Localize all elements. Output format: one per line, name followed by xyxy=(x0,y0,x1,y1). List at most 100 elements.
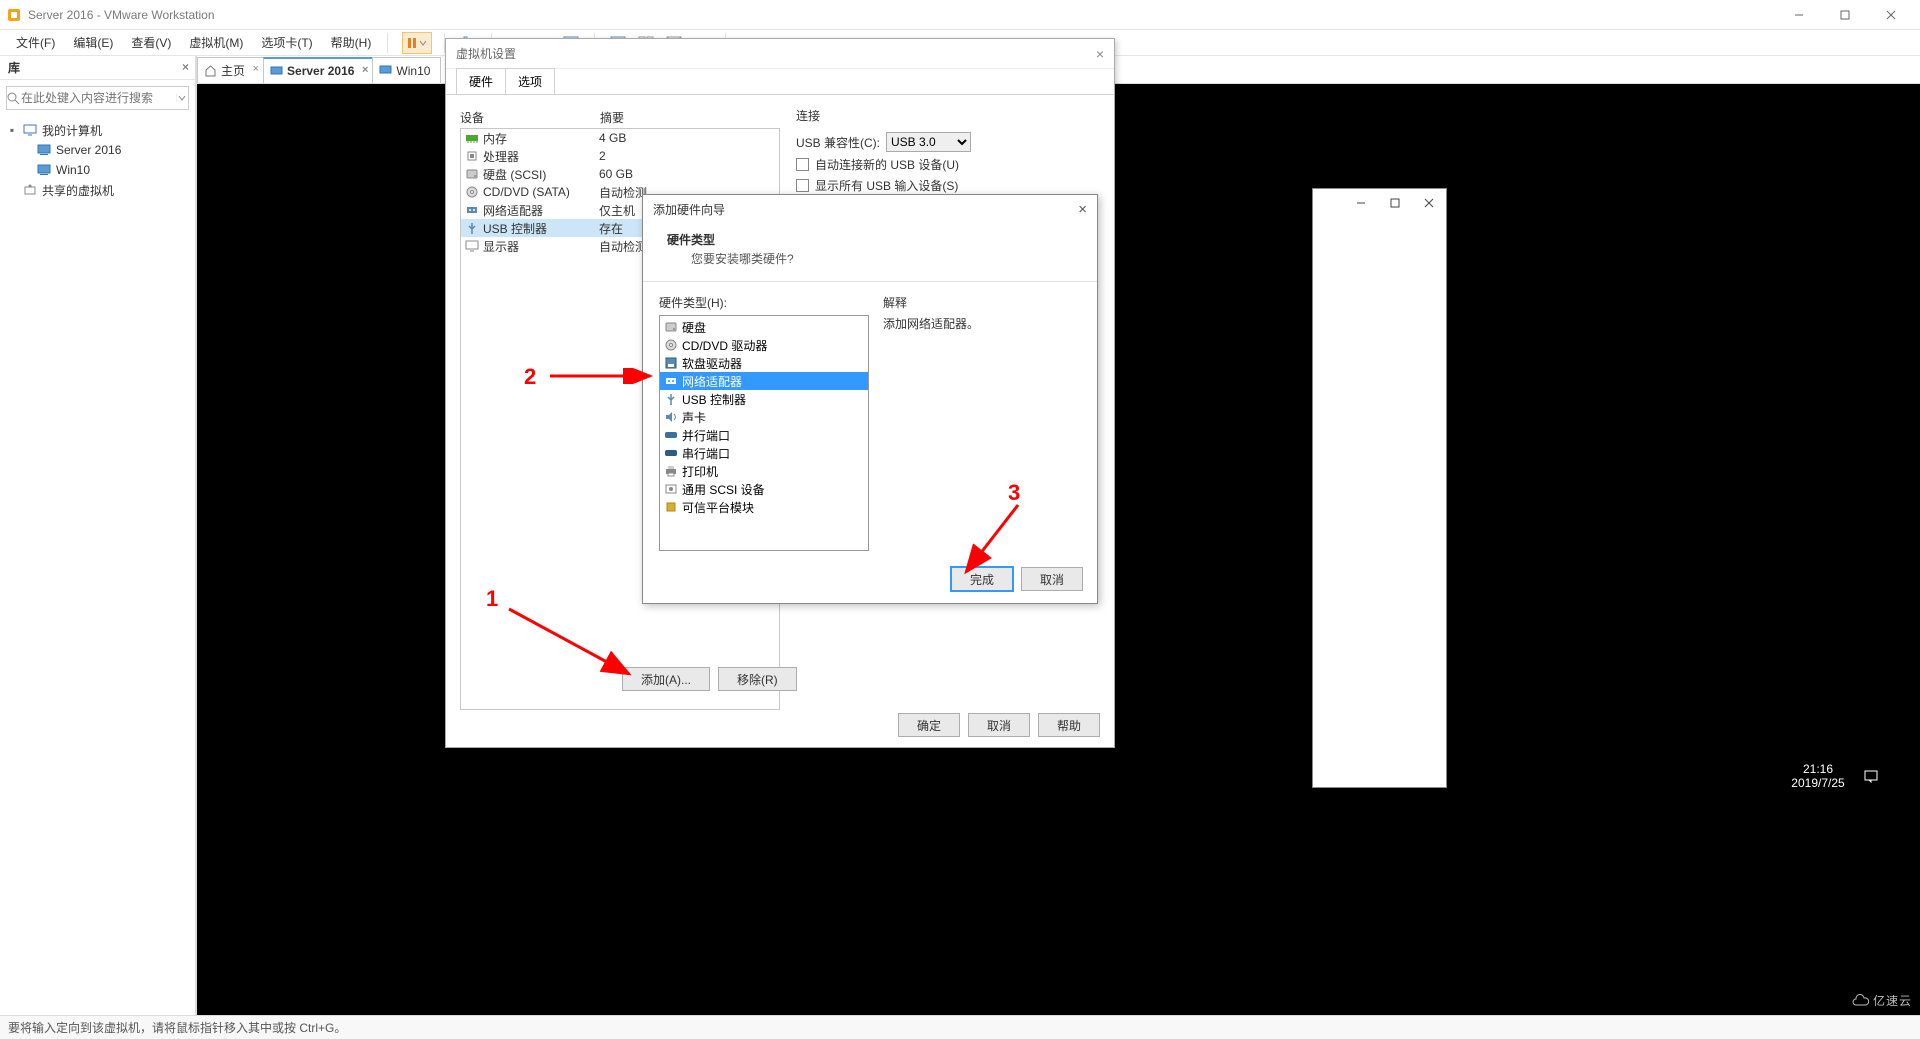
hardware-label: 硬盘 (SCSI) xyxy=(483,166,546,183)
hardware-label: 网络适配器 xyxy=(483,202,543,219)
tree-root[interactable]: ▪ 我的计算机 xyxy=(6,120,189,140)
hardware-type-row[interactable]: 硬盘 xyxy=(660,318,868,336)
menu-view[interactable]: 查看(V) xyxy=(123,31,179,54)
dialog-titlebar[interactable]: 虚拟机设置 × xyxy=(446,39,1114,69)
hardware-summary: 自动检测 xyxy=(599,184,647,201)
tree-item-win10[interactable]: Win10 xyxy=(6,160,189,180)
tree-item-label: Server 2016 xyxy=(56,143,121,157)
usb-icon xyxy=(664,393,678,405)
cancel-button[interactable]: 取消 xyxy=(968,713,1030,737)
search-icon xyxy=(7,92,21,105)
hardware-type-row[interactable]: 软盘驱动器 xyxy=(660,354,868,372)
tab-label: 主页 xyxy=(221,62,245,79)
show-all-checkbox[interactable] xyxy=(796,179,809,192)
settings-tabs: 硬件 选项 xyxy=(446,69,1114,95)
hardware-row[interactable]: 硬盘 (SCSI)60 GB xyxy=(461,165,779,183)
hardware-type-label: USB 控制器 xyxy=(682,391,746,408)
statusbar-text: 要将输入定向到该虚拟机，请将鼠标指针移入其中或按 Ctrl+G。 xyxy=(8,1019,346,1036)
section-title: 连接 xyxy=(796,107,1100,126)
watermark-text: 亿速云 xyxy=(1873,992,1912,1009)
hardware-row[interactable]: 处理器2 xyxy=(461,147,779,165)
menu-file[interactable]: 文件(F) xyxy=(8,31,63,54)
hardware-type-label: 软盘驱动器 xyxy=(682,355,742,372)
usb-compat-select[interactable]: USB 3.0 xyxy=(886,132,971,152)
tab-win10[interactable]: Win10 xyxy=(372,57,441,83)
tab-label: Server 2016 xyxy=(287,64,354,78)
maximize-button[interactable] xyxy=(1822,0,1868,30)
hardware-type-row[interactable]: USB 控制器 xyxy=(660,390,868,408)
tree-root-label: 我的计算机 xyxy=(42,122,102,139)
tab-label: Win10 xyxy=(396,64,430,78)
hardware-type-label: 网络适配器 xyxy=(682,373,742,390)
guest-taskbar-clock: 21:16 2019/7/25 xyxy=(1750,756,1920,796)
menu-help[interactable]: 帮助(H) xyxy=(323,31,380,54)
minimize-button[interactable] xyxy=(1356,198,1366,208)
close-button[interactable] xyxy=(1424,198,1434,208)
sound-icon xyxy=(664,411,678,423)
notification-icon[interactable] xyxy=(1863,769,1879,783)
close-button[interactable] xyxy=(1868,0,1914,30)
wizard-close-button[interactable]: × xyxy=(1078,201,1087,218)
menu-tabs[interactable]: 选项卡(T) xyxy=(253,31,320,54)
auto-connect-checkbox[interactable] xyxy=(796,158,809,171)
add-hardware-wizard: 添加硬件向导 × 硬件类型 您要安装哪类硬件? 硬件类型(H): 硬盘CD/DV… xyxy=(642,194,1098,604)
parallel-icon xyxy=(664,429,678,441)
hardware-label: USB 控制器 xyxy=(483,220,547,237)
search-dropdown-button[interactable] xyxy=(176,94,188,102)
clock-date: 2019/7/25 xyxy=(1791,776,1844,790)
col-device: 设备 xyxy=(460,109,600,126)
finish-button[interactable]: 完成 xyxy=(951,567,1013,591)
hardware-type-row[interactable]: 可信平台模块 xyxy=(660,498,868,516)
ok-button[interactable]: 确定 xyxy=(898,713,960,737)
cancel-button[interactable]: 取消 xyxy=(1021,567,1083,591)
hardware-type-row[interactable]: 声卡 xyxy=(660,408,868,426)
collapse-icon[interactable]: ▪ xyxy=(6,123,18,137)
tab-home[interactable]: 主页 × xyxy=(197,57,264,83)
tab-close-button[interactable]: × xyxy=(362,64,368,76)
hardware-row[interactable]: 内存4 GB xyxy=(461,129,779,147)
hardware-label: 内存 xyxy=(483,130,507,147)
remove-hardware-button[interactable]: 移除(R) xyxy=(718,667,797,691)
hardware-type-row[interactable]: 串行端口 xyxy=(660,444,868,462)
hardware-summary: 2 xyxy=(599,149,606,163)
help-button[interactable]: 帮助 xyxy=(1038,713,1100,737)
hardware-type-row[interactable]: CD/DVD 驱动器 xyxy=(660,336,868,354)
tree-shared-label: 共享的虚拟机 xyxy=(42,182,114,199)
hardware-type-row[interactable]: 网络适配器 xyxy=(660,372,868,390)
maximize-button[interactable] xyxy=(1390,198,1400,208)
sidebar-close-button[interactable]: × xyxy=(182,60,189,74)
wizard-titlebar[interactable]: 添加硬件向导 × xyxy=(643,195,1097,223)
tab-hardware[interactable]: 硬件 xyxy=(456,68,506,94)
menu-vm[interactable]: 虚拟机(M) xyxy=(181,31,251,54)
hardware-type-label: 串行端口 xyxy=(682,445,730,462)
sidebar-title: 库 xyxy=(8,59,20,76)
hardware-type-row[interactable]: 并行端口 xyxy=(660,426,868,444)
tree-shared[interactable]: 共享的虚拟机 xyxy=(6,180,189,200)
tab-server2016[interactable]: Server 2016 × xyxy=(263,57,373,83)
wizard-title: 添加硬件向导 xyxy=(653,201,725,218)
disk-icon xyxy=(664,321,678,333)
hardware-type-row[interactable]: 打印机 xyxy=(660,462,868,480)
vm-icon xyxy=(379,65,392,76)
tab-close-button[interactable]: × xyxy=(253,63,259,75)
hardware-type-label: CD/DVD 驱动器 xyxy=(682,337,767,354)
printer-icon xyxy=(664,465,678,477)
search-input[interactable] xyxy=(21,91,176,105)
hardware-type-label: 通用 SCSI 设备 xyxy=(682,481,765,498)
col-summary: 摘要 xyxy=(600,109,624,126)
tree-item-label: Win10 xyxy=(56,163,90,177)
cpu-icon xyxy=(465,149,479,163)
tab-options[interactable]: 选项 xyxy=(505,68,555,94)
minimize-button[interactable] xyxy=(1776,0,1822,30)
tree-item-server2016[interactable]: Server 2016 xyxy=(6,140,189,160)
pause-button[interactable] xyxy=(402,32,432,54)
hardware-type-label: 可信平台模块 xyxy=(682,499,754,516)
menu-edit[interactable]: 编辑(E) xyxy=(65,31,121,54)
hardware-type-row[interactable]: 通用 SCSI 设备 xyxy=(660,480,868,498)
add-hardware-button[interactable]: 添加(A)... xyxy=(622,667,710,691)
dialog-close-button[interactable]: × xyxy=(1096,46,1104,62)
hardware-summary: 存在 xyxy=(599,220,623,237)
hardware-type-list[interactable]: 硬盘CD/DVD 驱动器软盘驱动器网络适配器USB 控制器声卡并行端口串行端口打… xyxy=(659,315,869,551)
scsi-icon xyxy=(664,483,678,495)
home-icon xyxy=(204,65,217,77)
